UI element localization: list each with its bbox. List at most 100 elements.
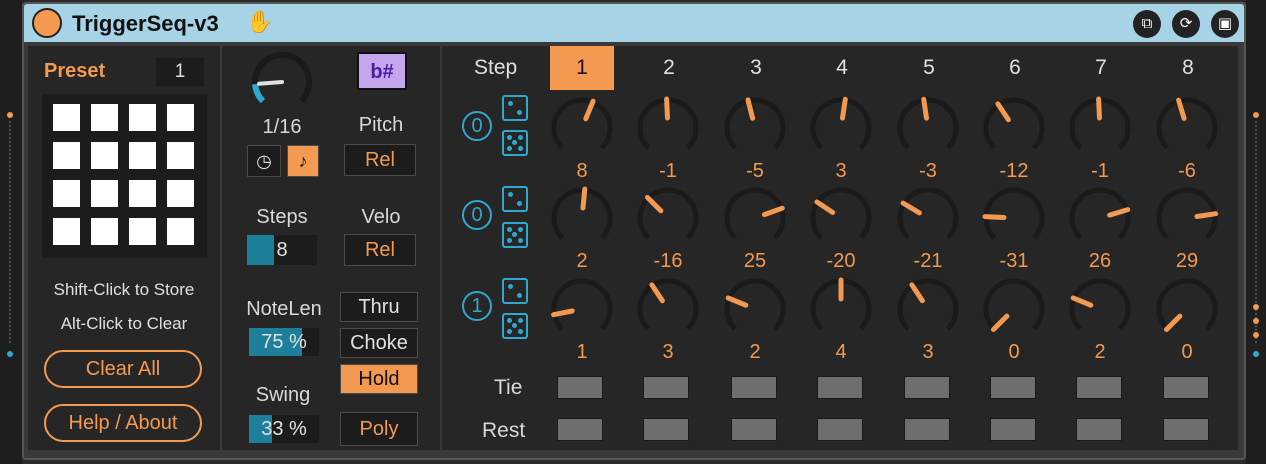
step-5-header[interactable]: 5 [909, 56, 949, 80]
row2-step5-knob[interactable] [893, 183, 963, 253]
dice-five-icon[interactable] [502, 313, 528, 339]
tie-toggle-2[interactable] [643, 376, 689, 399]
rest-toggle-5[interactable] [904, 418, 950, 441]
preset-slot[interactable] [167, 142, 194, 169]
pitch-mode-button[interactable]: Rel [344, 144, 416, 176]
row1-step5-knob[interactable] [893, 93, 963, 163]
row3-step5-knob[interactable] [893, 274, 963, 344]
preset-number[interactable]: 1 [156, 58, 204, 86]
refresh-icon[interactable]: ⟳ [1172, 10, 1200, 38]
row3-step1-knob[interactable] [547, 274, 617, 344]
knob-needle [1070, 295, 1094, 308]
row3-step7-knob[interactable] [1065, 274, 1135, 344]
row1-step3-knob[interactable] [720, 93, 790, 163]
row3-step4-knob[interactable] [806, 274, 876, 344]
row3-step2-knob[interactable] [633, 274, 703, 344]
preset-slot[interactable] [129, 180, 156, 207]
preset-slot[interactable] [53, 142, 80, 169]
choke-button[interactable]: Choke [340, 328, 418, 358]
rate-knob[interactable] [246, 50, 318, 114]
rest-toggle-7[interactable] [1076, 418, 1122, 441]
row3-step6-knob[interactable] [979, 274, 1049, 344]
knob-track [637, 278, 699, 331]
row2-step2-knob[interactable] [633, 183, 703, 253]
rest-toggle-4[interactable] [817, 418, 863, 441]
step-4-header[interactable]: 4 [822, 56, 862, 80]
preset-slot[interactable] [91, 180, 118, 207]
row1-octave[interactable]: 0 [462, 111, 492, 141]
power-button[interactable] [32, 8, 62, 38]
preset-slot[interactable] [91, 104, 118, 131]
row2-step6-knob[interactable] [979, 183, 1049, 253]
swing-label: Swing [255, 384, 311, 406]
step-2-header[interactable]: 2 [649, 56, 689, 80]
step-7-header[interactable]: 7 [1081, 56, 1121, 80]
row3-step3-knob[interactable] [720, 274, 790, 344]
tie-toggle-7[interactable] [1076, 376, 1122, 399]
sync-mode-icon[interactable]: ◷ [247, 145, 281, 177]
clear-all-button[interactable]: Clear All [44, 350, 202, 388]
thru-button[interactable]: Thru [340, 292, 418, 322]
rest-toggle-8[interactable] [1163, 418, 1209, 441]
row2-octave[interactable]: 0 [462, 200, 492, 230]
row1-step8-knob[interactable] [1152, 93, 1222, 163]
preset-slot[interactable] [129, 104, 156, 131]
rest-toggle-2[interactable] [643, 418, 689, 441]
step-1-active[interactable]: 1 [550, 46, 614, 90]
row3-octave[interactable]: 1 [462, 291, 492, 321]
row2-step8-knob[interactable] [1152, 183, 1222, 253]
tie-toggle-5[interactable] [904, 376, 950, 399]
row3-step8-knob[interactable] [1152, 274, 1222, 344]
rest-toggle-3[interactable] [731, 418, 777, 441]
row2-step4-knob[interactable] [806, 183, 876, 253]
step-8-header[interactable]: 8 [1168, 56, 1208, 80]
dice-two-icon[interactable] [502, 278, 528, 304]
preset-slot[interactable] [167, 180, 194, 207]
tie-toggle-6[interactable] [990, 376, 1036, 399]
row1-step2-knob[interactable] [633, 93, 703, 163]
right-led-mid1 [1253, 304, 1259, 310]
row1-step4-knob[interactable] [806, 93, 876, 163]
preset-slot[interactable] [129, 218, 156, 245]
swing-number[interactable]: 33 % [249, 415, 319, 443]
preset-slot[interactable] [53, 218, 80, 245]
row2-step7-knob[interactable] [1065, 183, 1135, 253]
tie-toggle-8[interactable] [1163, 376, 1209, 399]
dice-two-icon[interactable] [502, 186, 528, 212]
dice-five-icon[interactable] [502, 130, 528, 156]
rest-toggle-6[interactable] [990, 418, 1036, 441]
knob-needle [649, 282, 665, 304]
preset-label: Preset [44, 60, 106, 82]
preset-slot[interactable] [53, 180, 80, 207]
preset-slot[interactable] [53, 104, 80, 131]
step-3-header[interactable]: 3 [736, 56, 776, 80]
row1-step7-knob[interactable] [1065, 93, 1135, 163]
preset-slot[interactable] [167, 218, 194, 245]
knob-needle [761, 205, 785, 218]
poly-button[interactable]: Poly [340, 412, 418, 446]
dice-two-icon[interactable] [502, 95, 528, 121]
row1-step6-knob[interactable] [979, 93, 1049, 163]
hold-button[interactable]: Hold [340, 364, 418, 394]
note-mode-icon[interactable]: ♪ [287, 145, 319, 177]
step-6-header[interactable]: 6 [995, 56, 1035, 80]
tie-toggle-4[interactable] [817, 376, 863, 399]
scale-button[interactable]: b# [357, 52, 407, 90]
steps-number[interactable]: 8 [247, 235, 317, 265]
tie-toggle-3[interactable] [731, 376, 777, 399]
row2-step1-knob[interactable] [547, 183, 617, 253]
pin-icon[interactable]: ⧉ [1133, 10, 1161, 38]
preset-slot[interactable] [167, 104, 194, 131]
tie-toggle-1[interactable] [557, 376, 603, 399]
row1-step1-knob[interactable] [547, 93, 617, 163]
preset-slot[interactable] [129, 142, 156, 169]
rest-toggle-1[interactable] [557, 418, 603, 441]
velo-mode-button[interactable]: Rel [344, 234, 416, 266]
help-about-button[interactable]: Help / About [44, 404, 202, 442]
preset-slot[interactable] [91, 142, 118, 169]
row2-step3-knob[interactable] [720, 183, 790, 253]
dice-five-icon[interactable] [502, 222, 528, 248]
preset-slot[interactable] [91, 218, 118, 245]
save-icon[interactable]: ▣ [1211, 10, 1239, 38]
notelen-number[interactable]: 75 % [249, 328, 319, 356]
